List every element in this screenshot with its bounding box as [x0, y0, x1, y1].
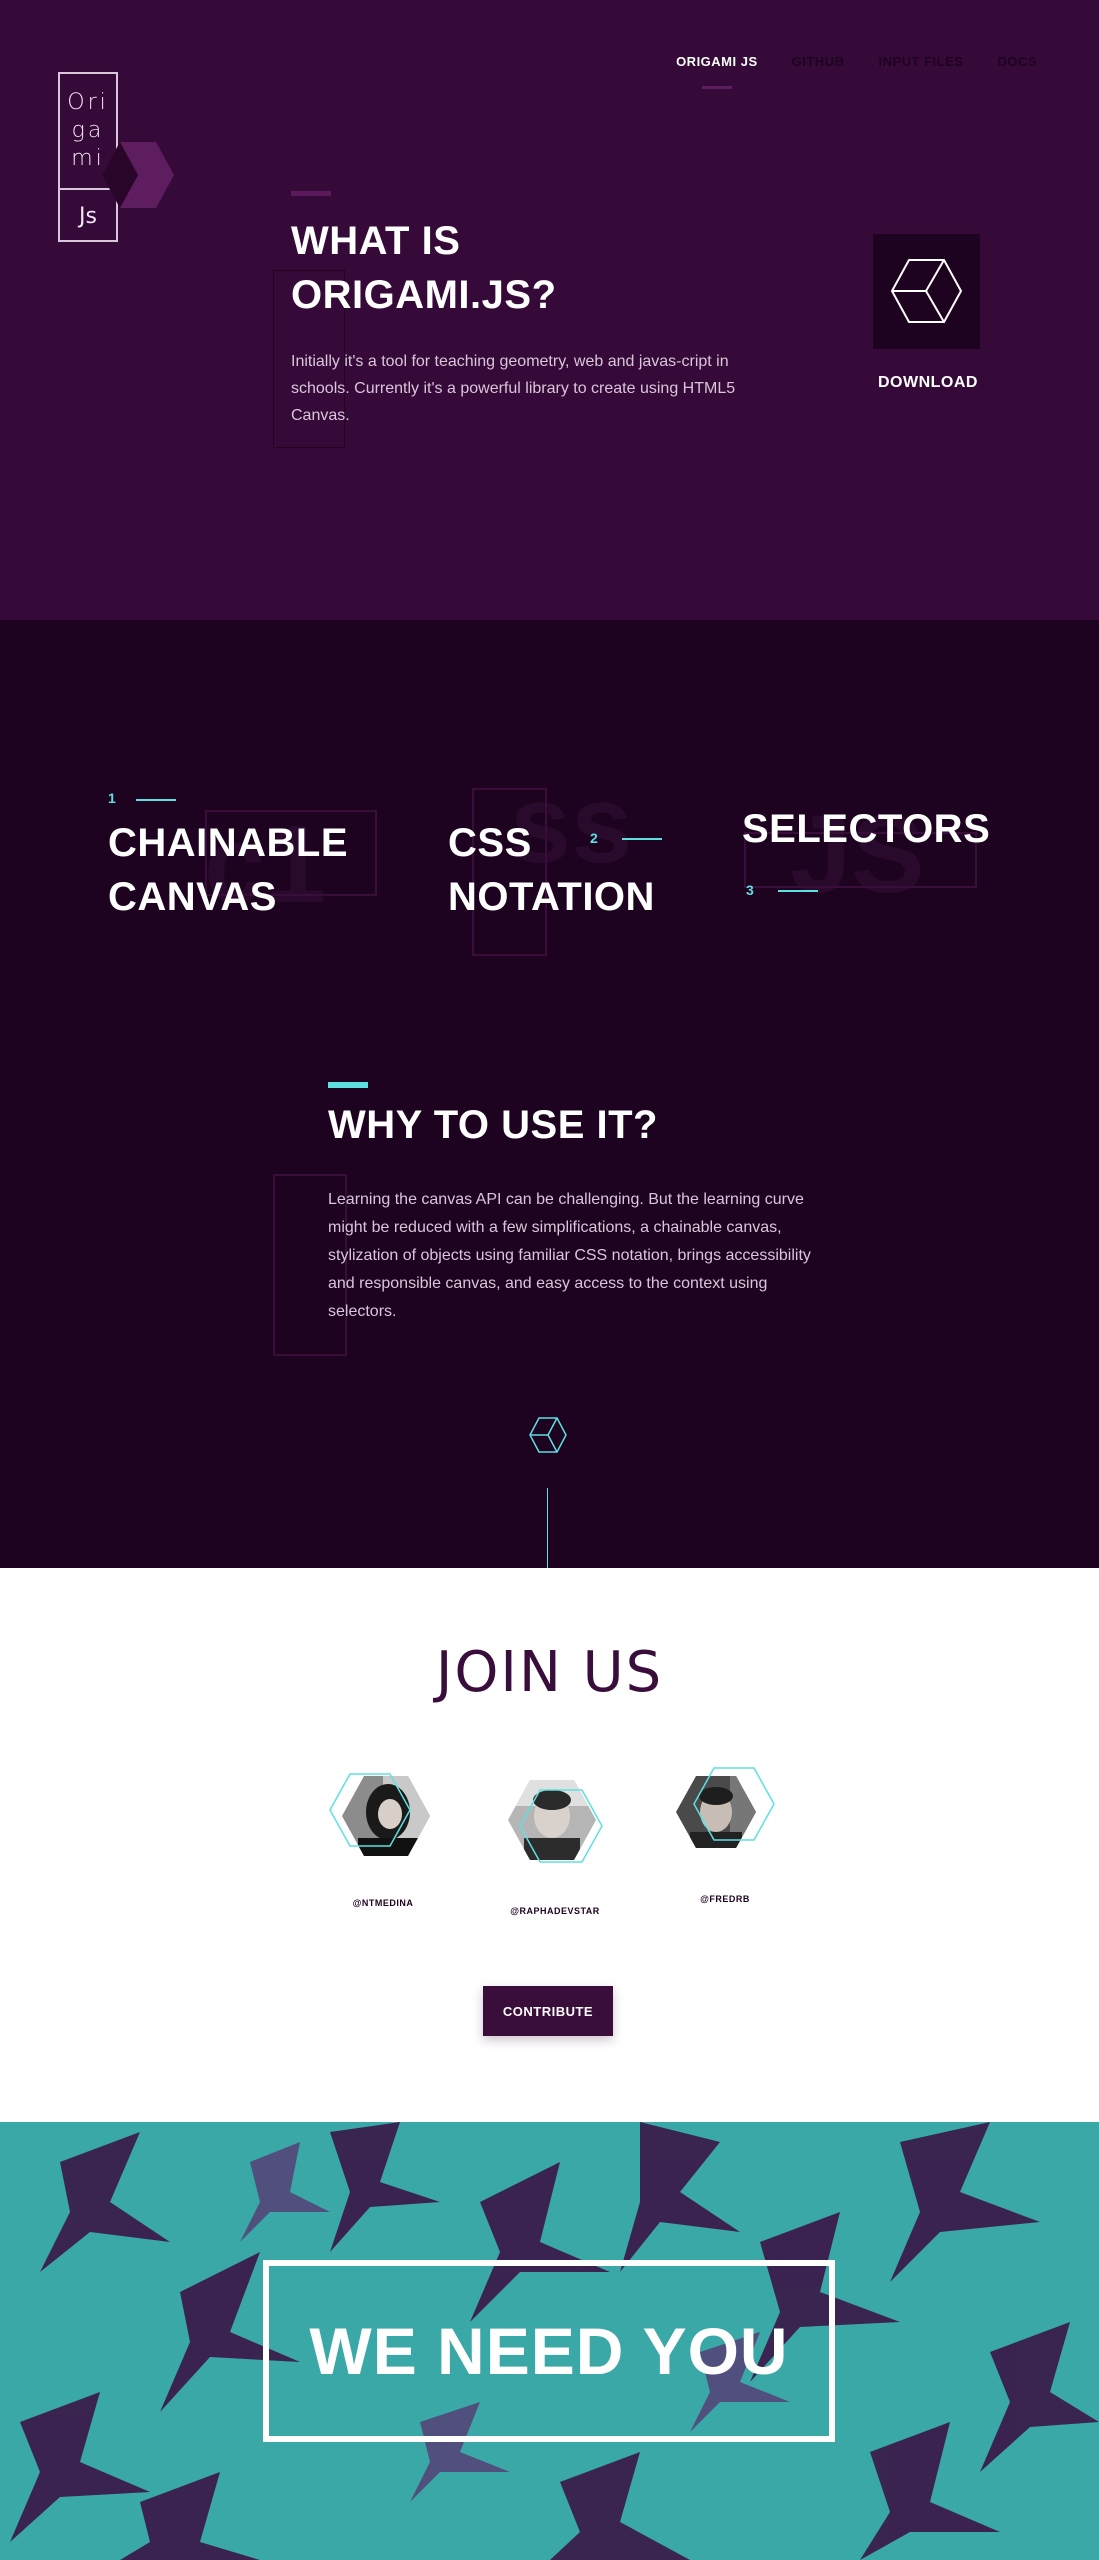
- cta-section: WE NEED YOU: [0, 2122, 1099, 2560]
- avatar-raphadevstar: [508, 1780, 603, 1863]
- logo-hexagon-icon: [102, 142, 174, 208]
- feature-number-3: 3: [746, 882, 754, 898]
- logo-line-1: Ori: [67, 90, 109, 115]
- nav-item-github[interactable]: GITHUB: [792, 54, 845, 69]
- member-card[interactable]: @RAPHADEVSTAR: [500, 1776, 610, 1916]
- join-title: JOIN US: [435, 1640, 664, 1705]
- feature-css-notation: CSS NOTATION: [448, 821, 655, 919]
- why-description: Learning the canvas API can be challengi…: [328, 1191, 811, 1320]
- main-nav: ORIGAMI JS GITHUB INPUT FILES DOCS: [676, 54, 1037, 89]
- cta-title: WE NEED YOU: [309, 2314, 789, 2388]
- cube-icon: [890, 259, 963, 323]
- download-button[interactable]: [873, 234, 980, 349]
- member-handle[interactable]: @RAPHADEVSTAR: [480, 1906, 630, 1916]
- feature-number-1: 1: [108, 790, 116, 806]
- avatar-fredrb: [676, 1767, 775, 1848]
- member-card[interactable]: @FREDRB: [670, 1764, 780, 1904]
- scroll-line: [547, 1488, 548, 1568]
- nav-item-docs[interactable]: DOCS: [997, 54, 1037, 69]
- avatar-ntmedina: [329, 1773, 430, 1856]
- contribute-button[interactable]: CONTRIBUTE: [483, 1986, 613, 2036]
- hero-title: WHAT IS ORIGAMI.JS?: [291, 219, 557, 317]
- feature-line-3: [778, 890, 818, 892]
- join-section: JOIN US @NTMEDINA @RAPHADEVSTAR @FREDRB …: [0, 1568, 1099, 2122]
- nav-item-input-files[interactable]: INPUT FILES: [878, 54, 963, 69]
- why-accent-dash: [328, 1082, 368, 1088]
- member-handle[interactable]: @FREDRB: [650, 1894, 800, 1904]
- download-label[interactable]: DOWNLOAD: [856, 374, 1000, 392]
- scroll-down-icon[interactable]: [528, 1415, 568, 1455]
- features-section: c1 ss JS 1 CHAINABLE CANVAS CSS NOTATION…: [0, 620, 1099, 1568]
- feature-line-1: [136, 799, 176, 801]
- hero-accent-dash: [291, 191, 331, 196]
- why-title: WHY TO USE IT?: [328, 1103, 658, 1147]
- member-handle[interactable]: @NTMEDINA: [308, 1898, 458, 1908]
- hero-section: Ori ga mi Js ORIGAMI JS GITHUB INPUT FIL…: [0, 0, 1099, 620]
- feature-selectors: SELECTORS: [742, 807, 991, 851]
- we-need-you-banner[interactable]: WE NEED YOU: [263, 2260, 835, 2442]
- member-card[interactable]: @NTMEDINA: [328, 1768, 438, 1908]
- feature-number-2: 2: [590, 830, 598, 846]
- feature-chainable-canvas: CHAINABLE CANVAS: [108, 821, 349, 919]
- nav-item-origami-js[interactable]: ORIGAMI JS: [676, 54, 758, 89]
- hero-description: Initially it's a tool for teaching geome…: [291, 353, 736, 424]
- feature-line-2: [622, 838, 662, 840]
